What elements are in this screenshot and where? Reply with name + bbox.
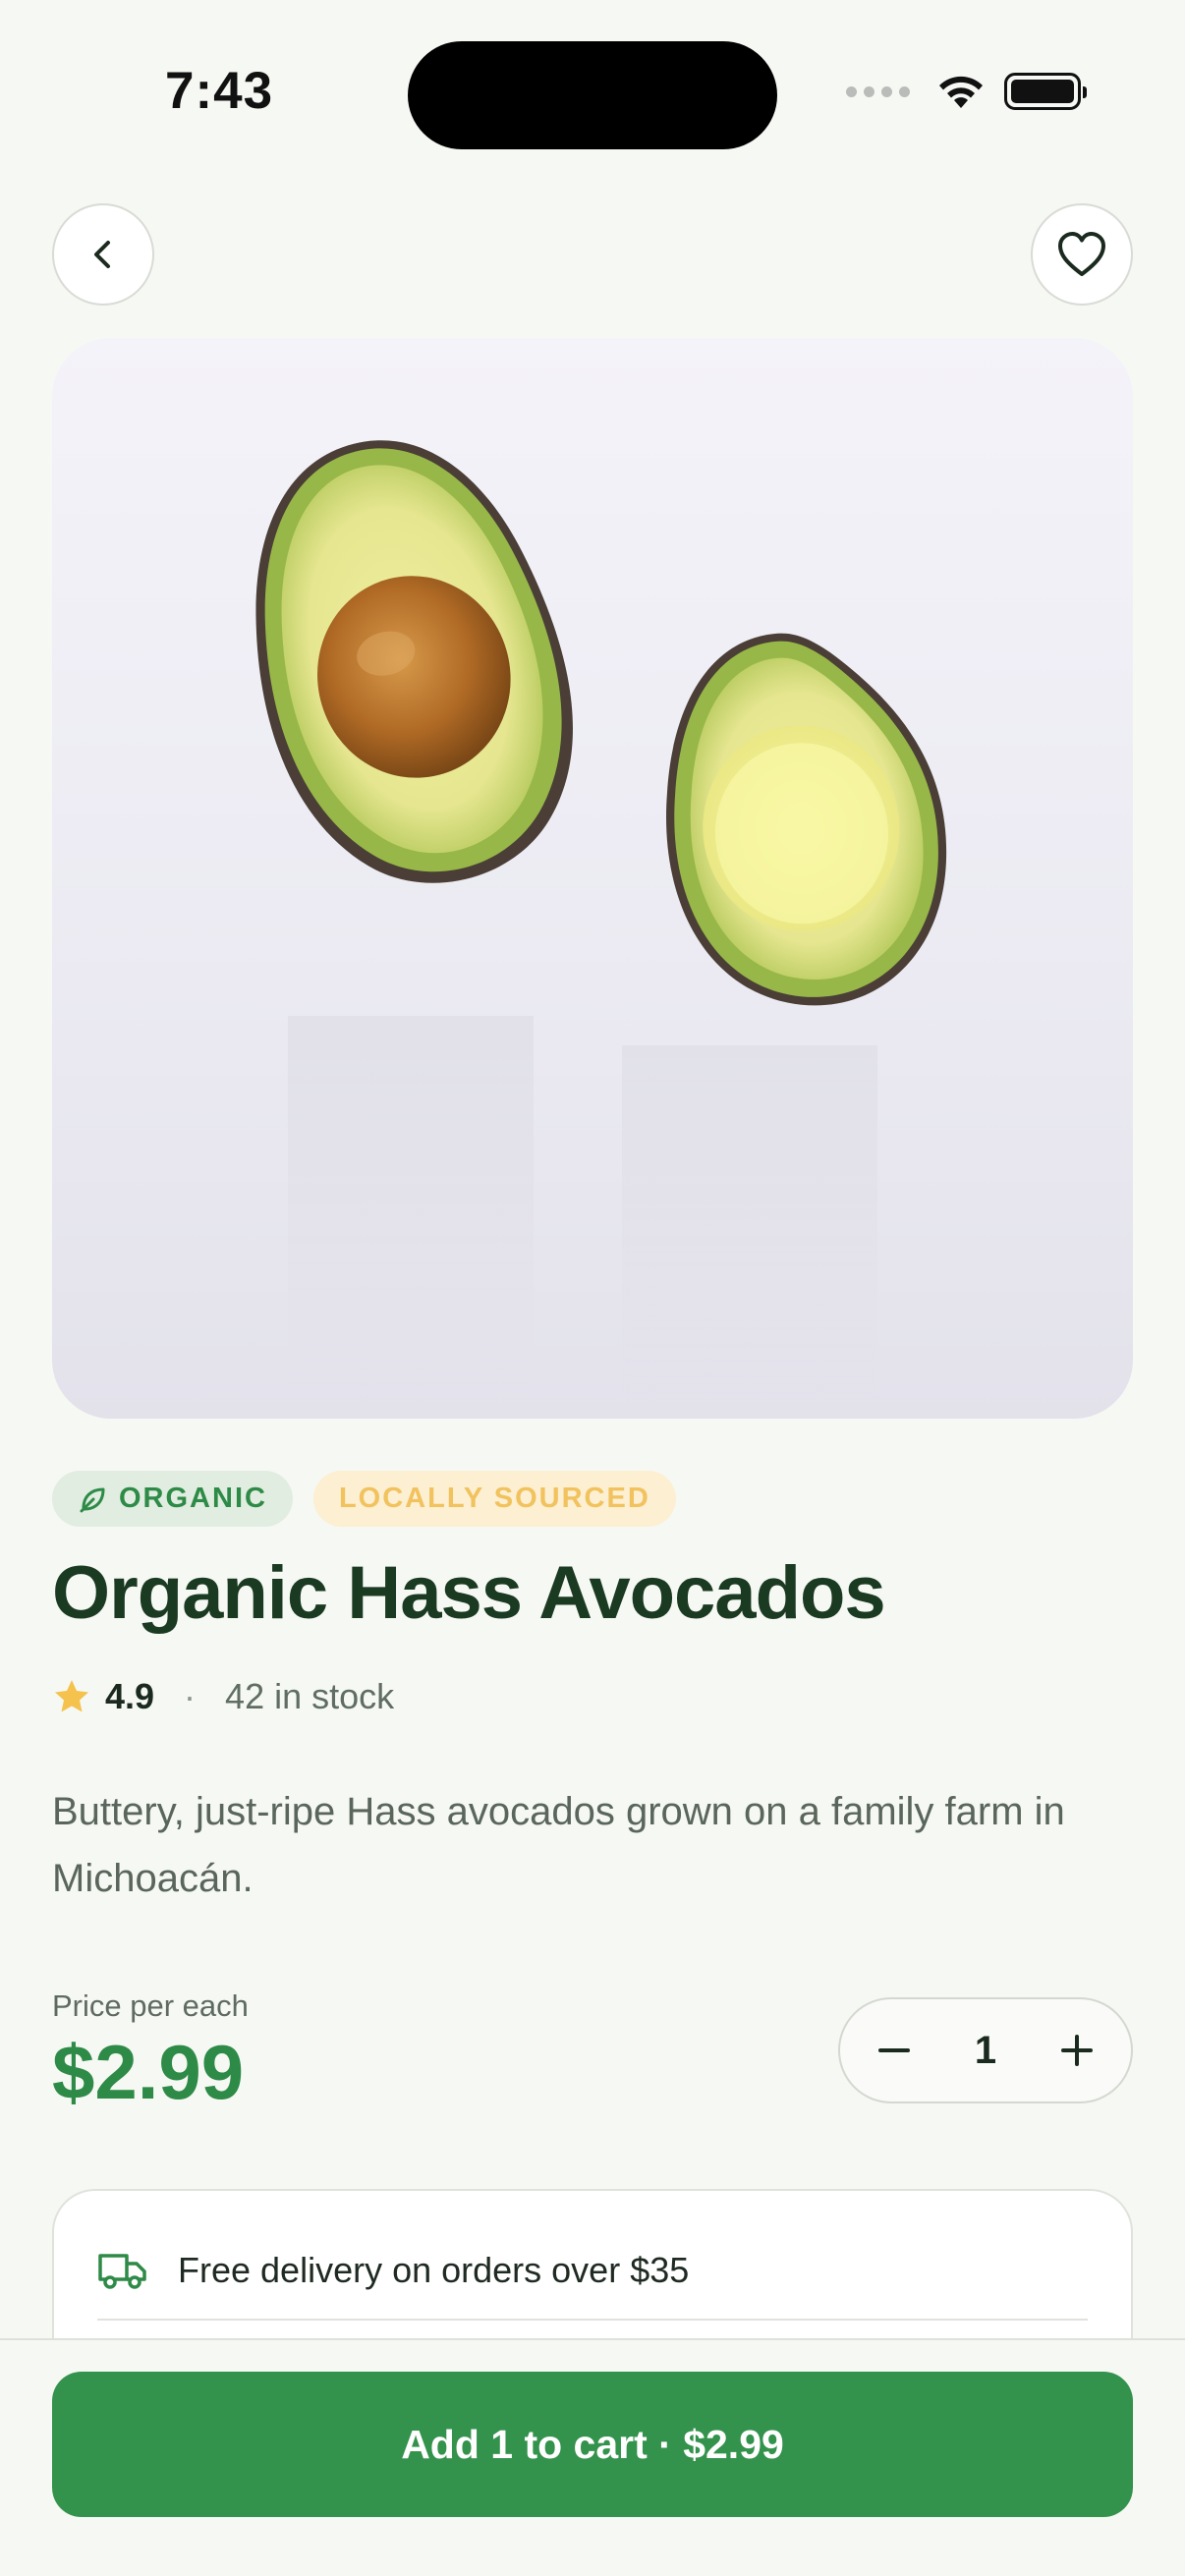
info-divider — [97, 2319, 1088, 2321]
delivery-text: Free delivery on orders over $35 — [178, 2250, 690, 2290]
increase-quantity-button[interactable] — [1052, 2026, 1101, 2075]
add-to-cart-button[interactable]: Add 1 to cart · $2.99 — [52, 2372, 1133, 2517]
product-description: Buttery, just-ripe Hass avocados grown o… — [52, 1790, 1065, 1900]
product-title: Organic Hass Avocados — [52, 1551, 886, 1635]
product-image — [52, 338, 1133, 1419]
star-icon — [55, 1680, 88, 1712]
bottom-action-bar: Add 1 to cart · $2.99 — [0, 2338, 1185, 2576]
favorite-button[interactable] — [1031, 203, 1133, 306]
wifi-icon — [939, 76, 983, 108]
organic-tag: ORGANIC — [52, 1471, 293, 1527]
product-meta: 4.9 · 42 in stock — [52, 1676, 394, 1717]
organic-tag-label: ORGANIC — [119, 1483, 267, 1514]
chevron-left-icon — [94, 241, 110, 268]
product-detail-screen: 7:43 ORGANIC LOCALLY SOURCED Organic Has… — [0, 0, 1185, 2576]
status-icons — [846, 73, 1087, 110]
quantity-stepper: 1 — [838, 1997, 1133, 2103]
heart-icon — [1058, 232, 1105, 276]
product-price: $2.99 — [52, 2029, 245, 2115]
delivery-info-row: Free delivery on orders over $35 — [97, 2250, 689, 2291]
decrease-quantity-button[interactable] — [870, 2026, 919, 2075]
product-tags: ORGANIC LOCALLY SOURCED — [52, 1471, 676, 1527]
stock-count: 42 in stock — [225, 1676, 395, 1716]
battery-icon — [1004, 73, 1087, 110]
minus-icon — [878, 2048, 910, 2052]
status-time: 7:43 — [165, 62, 274, 120]
locally-sourced-tag-label: LOCALLY SOURCED — [338, 1483, 650, 1514]
dynamic-island — [408, 41, 777, 149]
back-button[interactable] — [52, 203, 154, 306]
avocado-illustration — [255, 440, 947, 1399]
price-label: Price per each — [52, 1988, 249, 2023]
leaf-icon — [80, 1487, 105, 1512]
product-rating: 4.9 — [105, 1676, 155, 1716]
locally-sourced-tag: LOCALLY SOURCED — [312, 1471, 676, 1527]
meta-separator: · — [184, 1676, 197, 1716]
truck-icon — [98, 2254, 146, 2289]
cellular-signal-icon — [846, 85, 910, 97]
plus-icon — [1061, 2035, 1093, 2066]
quantity-value: 1 — [974, 2028, 997, 2072]
